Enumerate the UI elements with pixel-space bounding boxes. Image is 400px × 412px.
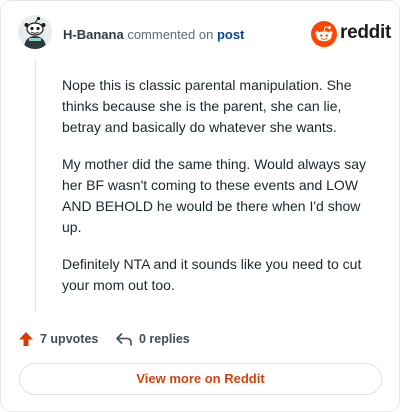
comment-paragraph: Nope this is classic parental manipulati…	[62, 77, 352, 135]
reddit-alien-icon	[311, 21, 337, 47]
reply-arrow-icon	[116, 333, 132, 346]
snoo-avatar-icon	[18, 15, 52, 49]
upvote-button[interactable]: 7 upvotes	[18, 331, 98, 347]
username[interactable]: H-Banana	[63, 27, 124, 42]
upvote-arrow-icon	[19, 332, 33, 346]
post-link[interactable]: post	[217, 27, 244, 42]
comment-body: Nope this is classic parental manipulati…	[62, 75, 380, 312]
reply-count: 0 replies	[139, 332, 190, 346]
view-more-button[interactable]: View more on Reddit	[19, 363, 382, 395]
thread-line	[35, 59, 36, 312]
reddit-wordmark: reddit	[340, 22, 391, 43]
comment-header: H-Banana commented on post	[63, 27, 244, 43]
reddit-brand-link[interactable]: reddit	[311, 21, 391, 47]
comment-action-text: commented on	[127, 27, 214, 42]
comment-paragraph: My mother did the same thing. Would alwa…	[62, 156, 366, 235]
avatar[interactable]	[18, 15, 52, 49]
upvote-count: 7 upvotes	[40, 332, 99, 346]
replies-button[interactable]: 0 replies	[115, 331, 190, 347]
comment-embed-card: H-Banana commented on post reddit Nope t…	[0, 0, 400, 412]
comment-paragraph: Definitely NTA and it sounds like you ne…	[62, 256, 362, 293]
